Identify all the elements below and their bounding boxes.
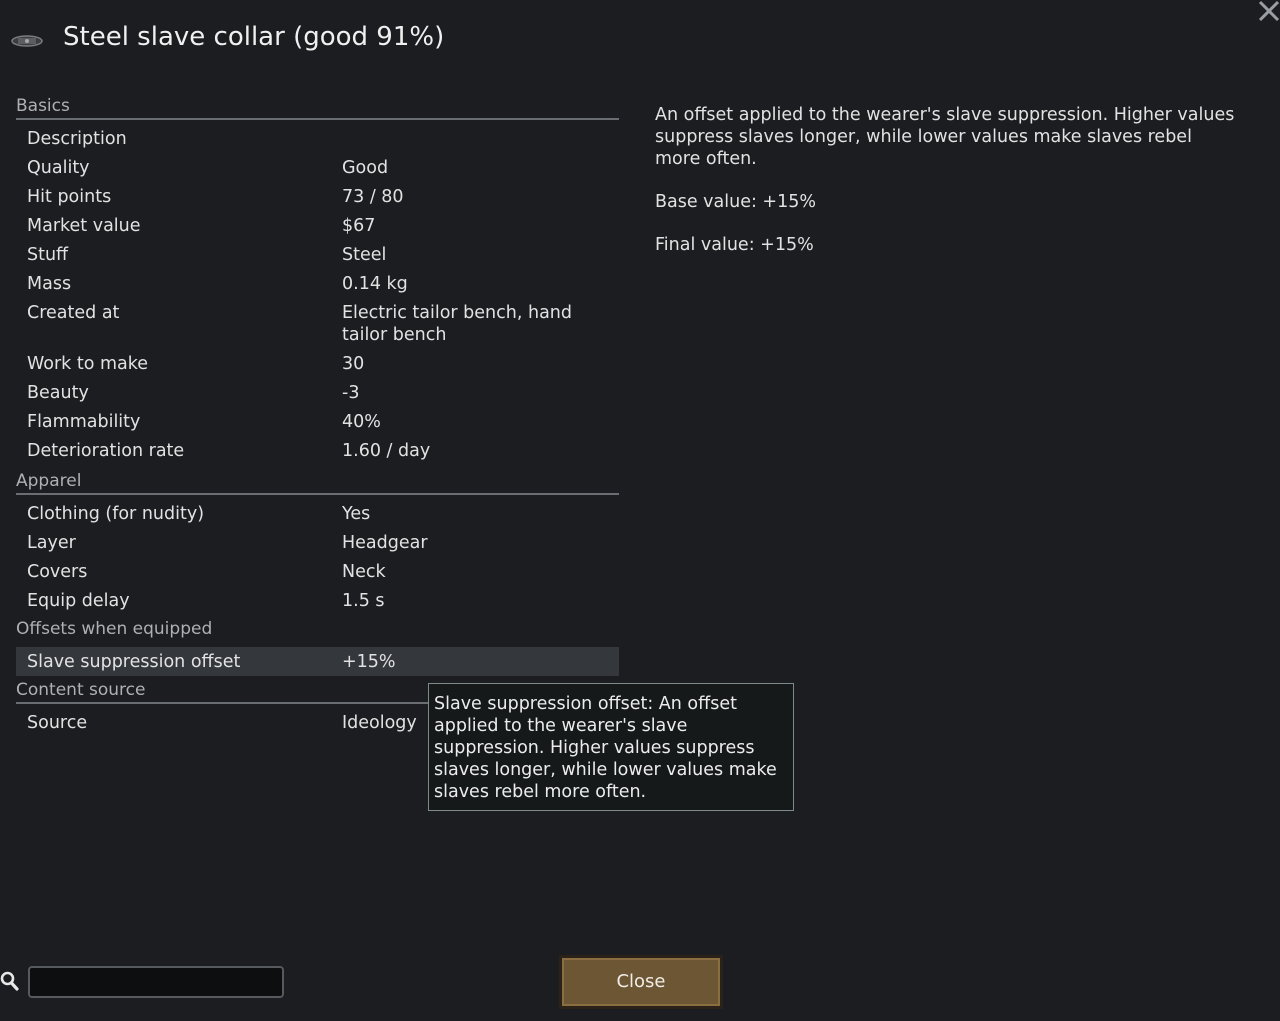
stat-value: Yes bbox=[342, 504, 371, 524]
stat-value: $67 bbox=[342, 216, 376, 236]
stat-value: -3 bbox=[342, 383, 360, 403]
stat-value bbox=[342, 128, 582, 150]
section-header-basics: Basics bbox=[16, 92, 619, 120]
description-text: An offset applied to the wearer's slave … bbox=[655, 105, 1235, 169]
stat-label: Beauty bbox=[27, 383, 89, 403]
stat-label: Created at bbox=[27, 303, 120, 323]
stat-value: Headgear bbox=[342, 533, 428, 553]
close-x-icon[interactable] bbox=[1256, 0, 1280, 24]
stat-row[interactable]: Clothing (for nudity) Yes bbox=[16, 499, 619, 528]
stat-label: Source bbox=[27, 713, 88, 733]
stat-row[interactable]: Equip delay 1.5 s bbox=[16, 586, 619, 615]
stat-label: Layer bbox=[27, 533, 76, 553]
stat-label: Description bbox=[27, 129, 127, 149]
stat-label: Hit points bbox=[27, 187, 112, 207]
stat-label: Covers bbox=[27, 562, 88, 582]
stat-row[interactable]: Work to make 30 bbox=[16, 349, 619, 378]
stat-row[interactable]: Created at Electric tailor bench, hand t… bbox=[16, 298, 619, 349]
stat-row[interactable]: Flammability 40% bbox=[16, 407, 619, 436]
stat-row[interactable]: Covers Neck bbox=[16, 557, 619, 586]
stat-value: 1.60 / day bbox=[342, 441, 431, 461]
stat-value: +15% bbox=[342, 652, 396, 672]
stat-label: Stuff bbox=[27, 245, 69, 265]
final-value: Final value: +15% bbox=[655, 235, 814, 255]
stat-row[interactable]: Layer Headgear bbox=[16, 528, 619, 557]
stat-row-selected[interactable]: Slave suppression offset +15% bbox=[16, 647, 619, 676]
page-title: Steel slave collar (good 91%) bbox=[63, 22, 445, 52]
stat-value: Neck bbox=[342, 562, 386, 582]
stat-label: Slave suppression offset bbox=[27, 652, 241, 672]
stat-row[interactable]: Market value $67 bbox=[16, 211, 619, 240]
description-panel: An offset applied to the wearer's slave … bbox=[655, 104, 1235, 277]
stat-value: Steel bbox=[342, 245, 387, 265]
search-icon bbox=[0, 970, 20, 992]
stat-label: Work to make bbox=[27, 354, 149, 374]
stat-value: 0.14 kg bbox=[342, 274, 408, 294]
stat-value: 1.5 s bbox=[342, 591, 385, 611]
stat-row[interactable]: Description bbox=[16, 124, 619, 153]
stat-label: Market value bbox=[27, 216, 141, 236]
stat-row[interactable]: Stuff Steel bbox=[16, 240, 619, 269]
stat-row[interactable]: Beauty -3 bbox=[16, 378, 619, 407]
stat-label: Clothing (for nudity) bbox=[27, 504, 205, 524]
stat-label: Equip delay bbox=[27, 591, 130, 611]
stat-value: 73 / 80 bbox=[342, 187, 404, 207]
stats-panel: Basics Description Quality Good Hit poin… bbox=[16, 92, 619, 737]
stat-row[interactable]: Deterioration rate 1.60 / day bbox=[16, 436, 619, 465]
section-header-offsets: Offsets when equipped bbox=[16, 619, 213, 639]
stat-value: Electric tailor bench, hand tailor bench bbox=[342, 303, 573, 345]
section-header-apparel: Apparel bbox=[16, 467, 619, 495]
base-value: Base value: +15% bbox=[655, 192, 816, 212]
stat-value: 40% bbox=[342, 412, 381, 432]
stat-label: Flammability bbox=[27, 412, 141, 432]
stat-value: 30 bbox=[342, 354, 365, 374]
stat-row[interactable]: Mass 0.14 kg bbox=[16, 269, 619, 298]
stat-label: Quality bbox=[27, 158, 90, 178]
search-input[interactable] bbox=[28, 966, 284, 998]
close-button[interactable]: Close bbox=[559, 955, 723, 1009]
stat-label: Mass bbox=[27, 274, 72, 294]
stat-row[interactable]: Hit points 73 / 80 bbox=[16, 182, 619, 211]
tooltip: Slave suppression offset: An offset appl… bbox=[428, 683, 794, 811]
stat-row[interactable]: Quality Good bbox=[16, 153, 619, 182]
stat-label: Deterioration rate bbox=[27, 441, 185, 461]
stat-value: Good bbox=[342, 158, 389, 178]
collar-icon bbox=[10, 32, 44, 50]
